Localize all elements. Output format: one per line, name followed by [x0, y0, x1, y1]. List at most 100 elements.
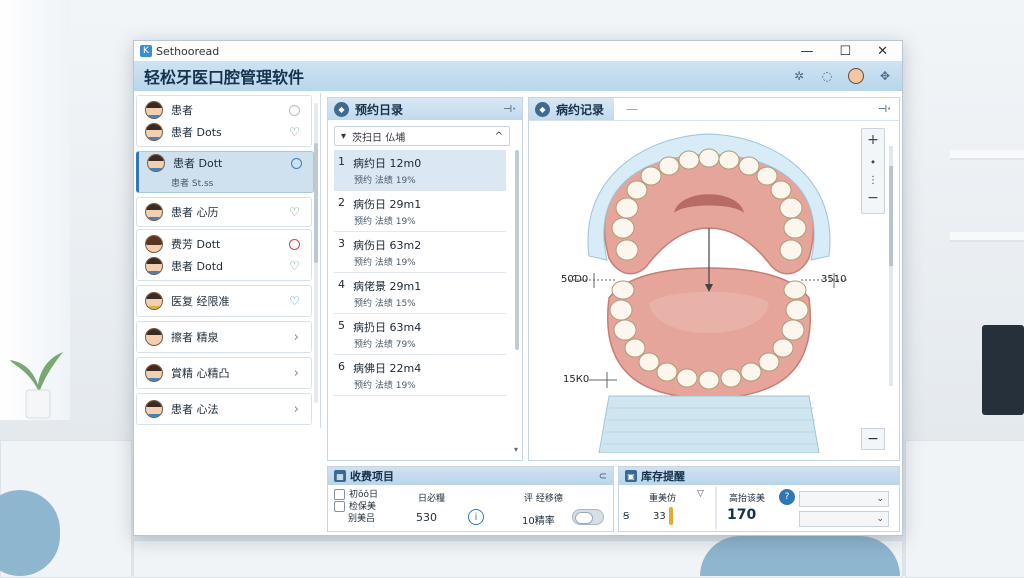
pin-icon[interactable]: ⊂: [599, 471, 607, 482]
list-item[interactable]: 3 病伤日 63m2 预约 法绩 19%: [334, 232, 506, 273]
gear-icon[interactable]: ✥: [878, 69, 892, 83]
charge-item-label: 初ǒǒ日: [349, 490, 379, 500]
app-header: 轻松牙医口腔管理软件 ✲ ◌ ✥: [134, 61, 902, 91]
patient-card[interactable]: 擦者 精泉 ›: [136, 321, 312, 353]
list-item[interactable]: 5 病扔日 63m4 预约 法绩 79%: [334, 314, 506, 355]
charges-title: 收费项目: [350, 470, 394, 483]
patient-card[interactable]: 费芳 Dott 患者 Dotd ♡: [136, 229, 312, 281]
measurement-left: 50Ɗ0: [561, 274, 589, 285]
appointment-list-scrollbar[interactable]: ▾: [514, 150, 520, 454]
info-icon[interactable]: i: [468, 509, 484, 525]
appointment-list: 1 病约日 12m0 预约 法绩 19% 2 病伤日 29m1 预约 法绩 19% …: [334, 150, 506, 396]
appointment-text: 病约日 12m0: [353, 156, 422, 170]
patient-avatar: [145, 257, 163, 275]
list-item[interactable]: 患者 Dotd ♡: [137, 255, 311, 277]
minimize-button[interactable]: —: [800, 44, 813, 59]
appointments-filter-dropdown[interactable]: ▾ 茨扫日 仏埔 ^: [334, 126, 510, 146]
patient-card[interactable]: 賞精 心精凸 ›: [136, 357, 312, 389]
pin-icon[interactable]: ⊣·: [503, 104, 516, 115]
appointments-panel: ◆ 预约日录 ⊣· ▾ 茨扫日 仏埔 ^ 1 病约日 12m0 预约 法绩 19%…: [327, 97, 523, 461]
list-item[interactable]: 6 病佛日 22m4 预约 法绩 19%: [334, 355, 506, 396]
record-scrollbar[interactable]: [889, 146, 893, 386]
list-item[interactable]: 患者 心法 ›: [137, 398, 311, 420]
pin-icon[interactable]: ⊣·: [878, 104, 891, 115]
more-dots-icon[interactable]: ⋮: [862, 173, 884, 187]
tab-medical-record[interactable]: ◆ 病约记录: [529, 98, 615, 120]
patient-avatar: [145, 123, 163, 141]
patient-name: 医复 经限准: [171, 295, 230, 308]
charges-panel: ▦ 收费项目 ⊂ 初ǒǒ日 检保美 别美吕 日必糧 530 i 评 经移德 10…: [327, 466, 614, 532]
zoom-out-button[interactable]: −: [862, 187, 884, 209]
dropdown-arrow-icon[interactable]: ▽: [697, 489, 704, 499]
list-item[interactable]: 患者 Dott: [139, 152, 313, 174]
zoom-in-button[interactable]: +: [862, 129, 884, 151]
list-item[interactable]: 患者 心历 ♡: [137, 201, 311, 223]
maximize-button[interactable]: ☐: [839, 44, 851, 59]
patient-card[interactable]: 医复 经限准 ♡: [136, 285, 312, 317]
chevron-down-icon: ⌄: [876, 514, 884, 524]
charge-item[interactable]: 检保美: [334, 501, 378, 513]
tab-secondary[interactable]: —: [626, 102, 638, 116]
heart-icon: ♡: [289, 259, 300, 273]
patient-card[interactable]: 患者 患者 Dots ♡: [136, 95, 312, 147]
appointments-header: ◆ 预约日录 ⊣·: [328, 98, 522, 120]
list-item[interactable]: 患者 Dots ♡: [137, 121, 311, 143]
charge-col-label: 日必糧: [418, 494, 446, 504]
checkbox[interactable]: [334, 501, 345, 512]
measurement-right: 3510: [821, 274, 847, 285]
background-dental-chair: [700, 536, 900, 576]
patient-name: 患者: [171, 104, 193, 117]
list-item[interactable]: 费芳 Dott: [137, 233, 311, 255]
list-item[interactable]: 賞精 心精凸 ›: [137, 362, 311, 384]
checkbox[interactable]: [334, 489, 345, 500]
appointment-text: 病扔日 63m4: [353, 320, 422, 334]
charge-item-label: 检保美: [349, 502, 377, 512]
list-item[interactable]: 2 病伤日 29m1 预约 法绩 19%: [334, 191, 506, 232]
collapse-button[interactable]: −: [861, 428, 885, 450]
appointment-number: 6: [338, 359, 345, 373]
record-header: ◆ 病约记录 — ⊣·: [529, 98, 899, 121]
patient-card-selected[interactable]: 患者 Dott 患者 St.ss: [136, 151, 314, 193]
appointment-subtext: 预约 法绩 79%: [354, 339, 416, 350]
settings-icon[interactable]: ✲: [792, 69, 806, 83]
appointment-number: 2: [338, 195, 345, 209]
close-button[interactable]: ✕: [877, 44, 888, 59]
user-avatar-icon[interactable]: [848, 68, 864, 84]
charge-item[interactable]: 初ǒǒ日: [334, 489, 378, 501]
zoom-controls: + ⬩ ⋮ −: [861, 128, 885, 214]
patient-name: 擦者 精泉: [171, 331, 219, 344]
list-item[interactable]: 4 病佬景 29m1 预约 法绩 15%: [334, 273, 506, 314]
charge-rate: 10精率: [522, 516, 555, 527]
appointment-subtext: 预约 法绩 19%: [354, 175, 416, 186]
inventory-mark: Ꞩ: [623, 511, 630, 522]
inventory-panel: ▣ 库存提醒 Ꞩ 重美仿 ▽ 33 高抬该美 ? 170 ⌄ ⌄: [618, 466, 900, 532]
chevron-right-icon: ›: [293, 401, 299, 417]
patient-name: 患者 心法: [171, 403, 219, 416]
patient-avatar: [145, 328, 163, 346]
patient-card[interactable]: 患者 心法 ›: [136, 393, 312, 425]
list-item[interactable]: 1 病约日 12m0 预约 法绩 19%: [334, 150, 506, 191]
list-item[interactable]: 患者: [137, 99, 311, 121]
list-item[interactable]: 擦者 精泉 ›: [137, 326, 311, 348]
chevron-right-icon: ›: [293, 329, 299, 345]
patient-name: 患者 心历: [171, 206, 219, 219]
pan-arrow-icon[interactable]: ⬩: [862, 151, 884, 173]
list-item[interactable]: 医复 经限准 ♡: [137, 290, 311, 312]
patient-list-scrollbar[interactable]: [314, 103, 318, 403]
inventory-select[interactable]: ⌄: [799, 511, 889, 527]
heart-icon: ♡: [289, 205, 300, 219]
patient-name: 患者 Dott: [173, 157, 223, 170]
patient-subtext: 患者 St.ss: [171, 179, 214, 189]
inventory-select[interactable]: ⌄: [799, 491, 889, 507]
status-ring-icon: [288, 238, 301, 251]
patient-card[interactable]: 患者 心历 ♡: [136, 197, 312, 227]
help-icon[interactable]: ◌: [820, 69, 834, 83]
heart-icon: ♡: [289, 294, 300, 308]
info-icon[interactable]: ?: [779, 489, 795, 505]
filter-label: 茨扫日 仏埔: [352, 132, 406, 144]
patient-name: 患者 Dotd: [171, 260, 223, 273]
background-monitor: [982, 325, 1024, 415]
title-bar: K Sethooread — ☐ ✕: [134, 41, 902, 61]
patient-avatar: [145, 101, 163, 119]
charge-toggle[interactable]: [572, 509, 604, 525]
